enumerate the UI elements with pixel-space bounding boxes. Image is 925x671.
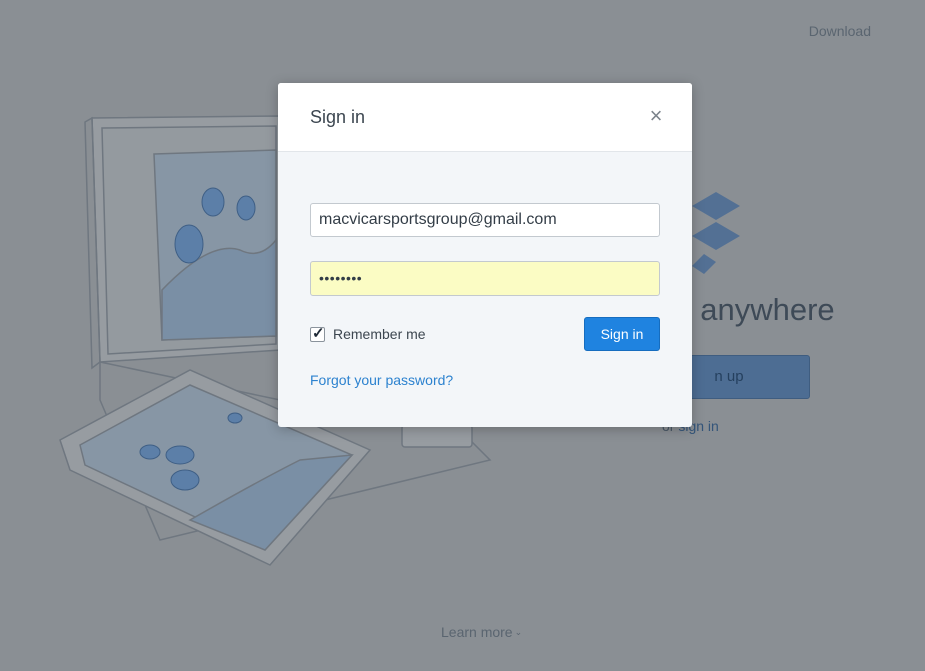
close-icon[interactable]: × — [646, 105, 666, 127]
password-mask: •••••••• — [319, 270, 363, 286]
remember-me-checkbox[interactable]: ✓ — [310, 324, 325, 342]
forgot-password-link[interactable]: Forgot your password? — [310, 372, 453, 388]
password-field[interactable]: •••••••• — [310, 261, 660, 296]
check-icon: ✓ — [312, 324, 325, 342]
signin-modal: Sign in × •••••••• ✓ Remember me Sign in… — [278, 83, 692, 427]
modal-title: Sign in — [310, 107, 366, 127]
email-field[interactable] — [310, 203, 660, 237]
learn-more-link[interactable]: Learn more ⌄ — [441, 624, 522, 640]
signin-button[interactable]: Sign in — [584, 317, 660, 351]
tagline: , anywhere — [683, 292, 835, 327]
modal-header: Sign in × — [278, 83, 692, 152]
remember-me[interactable]: ✓ Remember me — [310, 324, 426, 342]
chevron-down-icon: ⌄ — [514, 627, 523, 637]
learn-more-label: Learn more — [441, 624, 513, 640]
remember-me-label: Remember me — [333, 326, 426, 342]
dropbox-logo-icon — [692, 192, 740, 274]
download-link[interactable]: Download — [809, 23, 871, 39]
